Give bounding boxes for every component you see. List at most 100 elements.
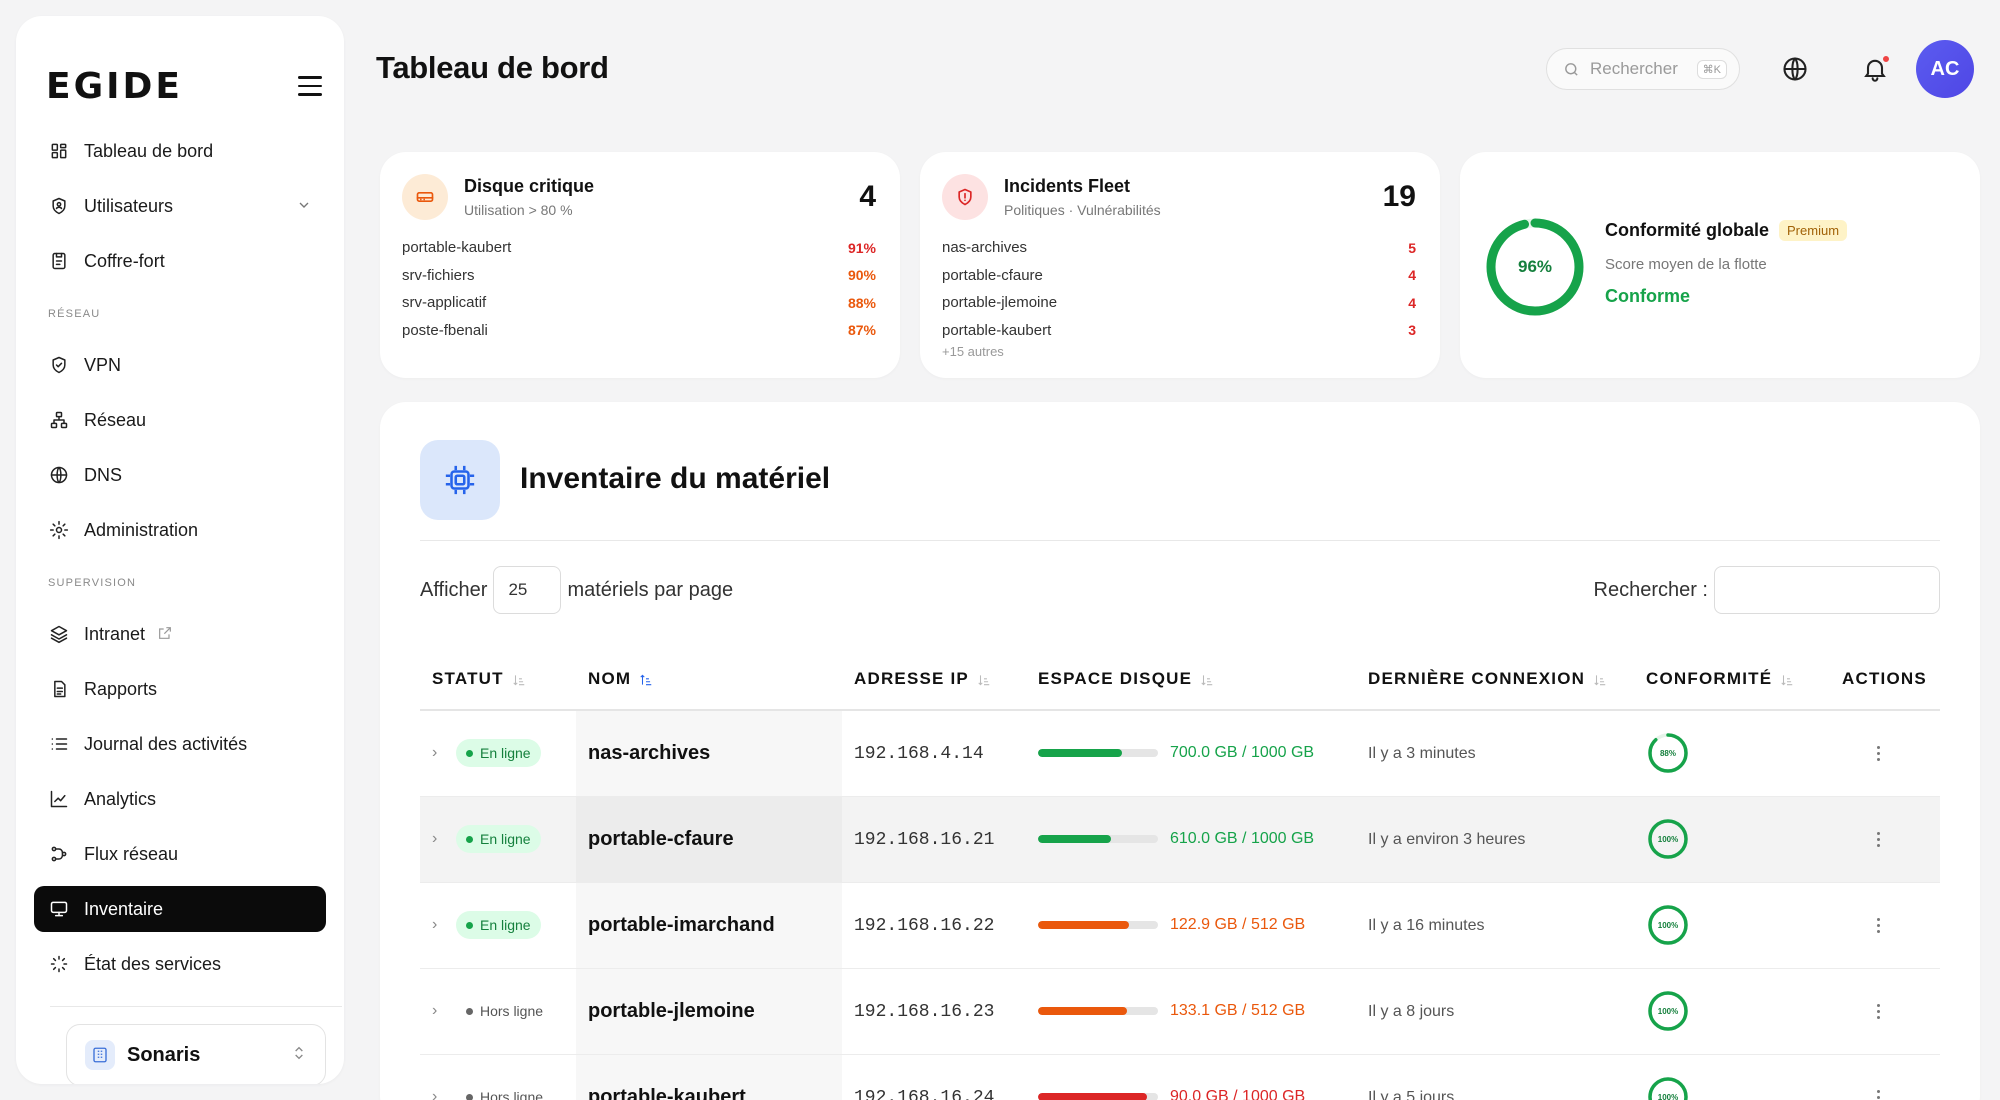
sidebar-item-rapports[interactable]: Rapports [34, 666, 326, 712]
compliance-value: 88% [1659, 748, 1676, 758]
list-item[interactable]: portable-jlemoine 4 [942, 289, 1416, 317]
column-header-last-connection[interactable]: DERNIÈRE CONNEXION [1356, 648, 1634, 711]
sidebar-item-analytics[interactable]: Analytics [34, 776, 326, 822]
sidebar-item-label: Analytics [84, 788, 157, 809]
sidebar-section-label: SUPERVISION [48, 577, 137, 589]
device-name[interactable]: portable-cfaure [588, 828, 734, 850]
sidebar-item-inventaire[interactable]: Inventaire [34, 886, 326, 932]
more-vertical-icon [1876, 1089, 1880, 1093]
list-item[interactable]: srv-applicatif 88% [402, 289, 876, 317]
item-name: portable-cfaure [942, 266, 1043, 284]
status-badge: Hors ligne [456, 1083, 553, 1100]
expand-row-icon[interactable]: › [432, 916, 446, 934]
actions-cell [1830, 882, 1940, 969]
table-header-row: STATUT NOM ADRESSE IP ESPACE DISQUE DERN… [420, 648, 1940, 711]
table-row[interactable]: › En ligne portable-cfaure 192.168.16.21 610… [420, 796, 1940, 883]
sidebar-item-journal-des-activites[interactable]: Journal des activités [34, 721, 326, 767]
table-row[interactable]: › Hors ligne portable-jlemoine 192.168.16.2… [420, 968, 1940, 1055]
page-title: Tableau de bord [376, 50, 609, 85]
ip-address: 192.168.16.23 [854, 1001, 995, 1022]
sidebar-item-coffre-fort[interactable]: Coffre-fort [34, 238, 326, 284]
flow-icon [48, 843, 70, 865]
more-vertical-icon [1876, 1003, 1880, 1007]
item-value: 4 [1408, 294, 1416, 311]
disk-usage-bar [1038, 921, 1158, 929]
column-header-status[interactable]: STATUT [420, 648, 576, 711]
sidebar-item-label: DNS [84, 464, 123, 485]
sort-icon [512, 672, 526, 686]
notifications-button[interactable] [1856, 50, 1894, 88]
global-search-button[interactable]: Rechercher ⌘K [1546, 48, 1740, 90]
sidebar-item-utilisateurs[interactable]: Utilisateurs [34, 183, 326, 229]
column-header-disk[interactable]: ESPACE DISQUE [1026, 648, 1356, 711]
inventory-table-body: › En ligne nas-archives 192.168.4.14 700.0 G… [420, 710, 1940, 1100]
row-actions-button[interactable] [1866, 999, 1890, 1023]
list-item[interactable]: portable-cfaure 4 [942, 262, 1416, 290]
chevron-updown-icon [291, 1045, 307, 1066]
list-item[interactable]: nas-archives 5 [942, 234, 1416, 262]
last-connection: Il y a 8 jours [1368, 1003, 1455, 1020]
last-connection: Il y a 5 jours [1368, 1089, 1455, 1100]
list-item[interactable]: srv-fichiers 90% [402, 262, 876, 290]
table-row[interactable]: › En ligne portable-imarchand 192.168.16.22… [420, 882, 1940, 969]
row-actions-button[interactable] [1866, 827, 1890, 851]
expand-row-icon[interactable]: › [432, 744, 446, 762]
column-header-ip[interactable]: ADRESSE IP [842, 648, 1026, 711]
sidebar-item-vpn[interactable]: VPN [34, 342, 326, 388]
more-items-link[interactable]: +15 autres [942, 344, 1416, 358]
gear-icon [48, 519, 70, 541]
globe-icon [48, 464, 70, 486]
organization-switcher[interactable]: Sonaris [66, 1024, 326, 1084]
compliance-value: 100% [1657, 1006, 1679, 1016]
sidebar-item-etat-des-services[interactable]: État des services [34, 941, 326, 987]
expand-row-icon[interactable]: › [432, 830, 446, 848]
compliance-cell: 100% [1634, 1054, 1830, 1100]
card-subtitle: Utilisation > 80 % [464, 202, 573, 218]
device-name[interactable]: nas-archives [588, 742, 710, 764]
sidebar-item-reseau[interactable]: Réseau [34, 397, 326, 443]
row-actions-button[interactable] [1866, 741, 1890, 765]
column-header-compliance[interactable]: CONFORMITÉ [1634, 648, 1830, 711]
language-button[interactable] [1776, 50, 1814, 88]
sidebar-item-dns[interactable]: DNS [34, 452, 326, 498]
table-row[interactable]: › En ligne nas-archives 192.168.4.14 700.0 G… [420, 710, 1940, 797]
list-item[interactable]: portable-kaubert 3 [942, 317, 1416, 345]
column-header-name[interactable]: NOM [576, 648, 842, 711]
last-connection: Il y a environ 3 heures [1368, 831, 1526, 848]
table-filter: Rechercher : [1594, 566, 1940, 614]
disk-usage: 90.0 GB / 1000 GB [1038, 1088, 1356, 1100]
name-cell: nas-archives [576, 710, 842, 797]
more-vertical-icon-dot [1876, 1015, 1880, 1019]
search-shortcut: ⌘K [1696, 59, 1727, 79]
disk-usage: 133.1 GB / 512 GB [1038, 1002, 1356, 1020]
name-cell: portable-imarchand [576, 882, 842, 969]
column-header-actions: ACTIONS [1830, 648, 1940, 711]
sidebar-item-intranet[interactable]: Intranet [34, 611, 326, 657]
device-name[interactable]: portable-jlemoine [588, 1000, 755, 1022]
list-item[interactable]: poste-fbenali 87% [402, 317, 876, 345]
divider [420, 540, 1940, 541]
page-length-select[interactable]: 25 [493, 566, 562, 614]
sidebar-item-flux-reseau[interactable]: Flux réseau [34, 831, 326, 877]
expand-row-icon[interactable]: › [432, 1002, 446, 1020]
table-row[interactable]: › Hors ligne portable-kaubert 192.168.16.24… [420, 1054, 1940, 1100]
device-name[interactable]: portable-imarchand [588, 914, 775, 936]
status-badge: En ligne [456, 825, 541, 853]
avatar[interactable]: AC [1916, 40, 1974, 98]
device-name[interactable]: portable-kaubert [588, 1086, 746, 1100]
logo-row: EGIDE [46, 66, 330, 107]
critical-disk-card: Disque critique Utilisation > 80 % 4 por… [380, 152, 900, 378]
row-actions-button[interactable] [1866, 913, 1890, 937]
table-search-input[interactable] [1714, 566, 1940, 614]
list-item[interactable]: portable-kaubert 91% [402, 234, 876, 262]
item-value: 90% [847, 267, 876, 284]
sidebar-nav: Tableau de bord Utilisateurs Coffre-fort RÉ… [34, 128, 326, 996]
shield-alert-icon [942, 174, 988, 220]
expand-row-icon[interactable]: › [432, 1088, 446, 1100]
row-actions-button[interactable] [1866, 1085, 1890, 1100]
card-title: Disque critique [464, 176, 595, 196]
sidebar-item-administration[interactable]: Administration [34, 507, 326, 553]
sidebar-item-tableau-de-bord[interactable]: Tableau de bord [34, 128, 326, 174]
menu-toggle-button[interactable] [290, 66, 330, 106]
chart-icon [48, 788, 70, 810]
